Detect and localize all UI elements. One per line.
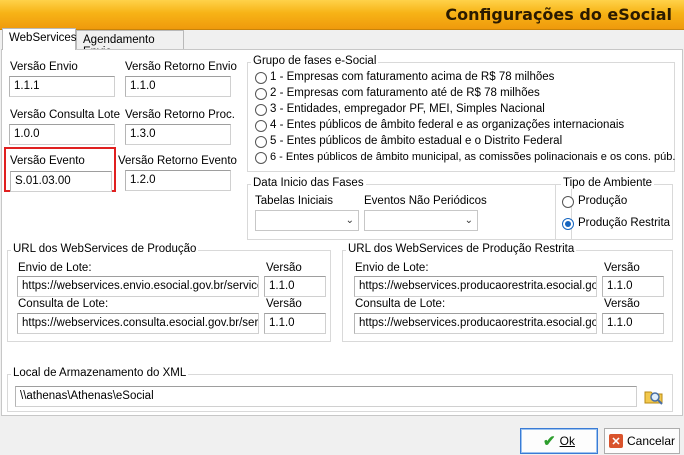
producao-consulta-versao-label: Versão: [266, 298, 302, 310]
radio-button[interactable]: [255, 120, 267, 132]
restrita-envio-versao-field[interactable]: 1.1.0: [602, 276, 664, 297]
fase-option-label: 1 - Empresas com faturamento acima de R$…: [270, 71, 555, 83]
radio-button[interactable]: [255, 152, 267, 164]
fases-group-title: Grupo de fases e-Social: [251, 55, 379, 67]
title-bar: Configurações do eSocial: [0, 0, 684, 30]
fase-option-3[interactable]: 3 - Entidades, empregador PF, MEI, Simpl…: [255, 103, 665, 118]
radio-button[interactable]: [562, 196, 574, 208]
producao-consulta-label: Consulta de Lote:: [18, 298, 109, 310]
producao-envio-versao-field[interactable]: 1.1.0: [264, 276, 326, 297]
radio-button[interactable]: [255, 88, 267, 100]
restrita-group-title: URL dos WebServices de Produção Restrita: [346, 243, 577, 255]
xml-path-field[interactable]: \\athenas\Athenas\eSocial: [15, 386, 637, 407]
versao-evento-field[interactable]: S.01.03.00: [10, 171, 112, 192]
ambiente-option-producao-restrita[interactable]: Produção Restrita: [562, 217, 670, 232]
ok-button[interactable]: ✔ Ok: [520, 428, 598, 454]
ambiente-option-label: Produção Restrita: [578, 217, 671, 229]
cancel-button-label: Cancelar: [626, 434, 676, 448]
window-title: Configurações do eSocial: [445, 5, 672, 24]
versao-consulta-lote-label: Versão Consulta Lote: [10, 109, 120, 121]
fase-option-label: 5 - Entes públicos de âmbito estadual e …: [270, 135, 563, 147]
tab-agendamento-envio[interactable]: Agendamento Envio: [76, 30, 184, 58]
tab-webservices[interactable]: WebServices: [2, 28, 77, 50]
versao-envio-field[interactable]: 1.1.1: [9, 76, 115, 97]
producao-consulta-url-field[interactable]: https://webservices.consulta.esocial.gov…: [17, 313, 259, 334]
versao-evento-label: Versão Evento: [10, 155, 85, 167]
fase-option-5[interactable]: 5 - Entes públicos de âmbito estadual e …: [255, 135, 665, 150]
browse-folder-button[interactable]: [643, 385, 665, 407]
versao-retorno-proc-label: Versão Retorno Proc.: [125, 109, 235, 121]
cancel-button[interactable]: ✕ Cancelar: [604, 428, 680, 454]
checkmark-icon: ✔: [543, 433, 556, 450]
producao-envio-versao-label: Versão: [266, 262, 302, 274]
tabelas-iniciais-select[interactable]: ⌄: [255, 210, 359, 231]
radio-button[interactable]: [255, 72, 267, 84]
data-inicio-group-title: Data Inicio das Fases: [251, 177, 366, 189]
restrita-envio-label: Envio de Lote:: [355, 262, 429, 274]
fase-option-label: 4 - Entes públicos de âmbito federal e a…: [270, 119, 625, 131]
versao-retorno-envio-label: Versão Retorno Envio: [125, 61, 237, 73]
eventos-nao-periodicos-select[interactable]: ⌄: [364, 210, 478, 231]
ambiente-option-producao[interactable]: Produção: [562, 195, 667, 210]
producao-consulta-versao-field[interactable]: 1.1.0: [264, 313, 326, 334]
tabelas-iniciais-label: Tabelas Iniciais: [255, 195, 333, 207]
versao-retorno-envio-field[interactable]: 1.1.0: [125, 76, 231, 97]
folder-search-icon: [644, 391, 663, 405]
fase-option-4[interactable]: 4 - Entes públicos de âmbito federal e a…: [255, 119, 665, 134]
versao-evento-highlight: Versão Evento S.01.03.00: [4, 147, 116, 192]
radio-button-selected[interactable]: [562, 218, 574, 230]
fase-option-1[interactable]: 1 - Empresas com faturamento acima de R$…: [255, 71, 665, 86]
fase-option-6[interactable]: 6 - Entes públicos de âmbito municipal, …: [255, 151, 675, 166]
versao-retorno-evento-field[interactable]: 1.2.0: [125, 170, 231, 191]
producao-group-title: URL dos WebServices de Produção: [11, 243, 199, 255]
restrita-consulta-url-field[interactable]: https://webservices.producaorestrita.eso…: [354, 313, 597, 334]
versao-retorno-evento-label: Versão Retorno Evento: [118, 155, 237, 167]
restrita-envio-url-field[interactable]: https://webservices.producaorestrita.eso…: [354, 276, 597, 297]
fase-option-label: 6 - Entes públicos de âmbito municipal, …: [270, 151, 676, 163]
fases-options: 1 - Empresas com faturamento acima de R$…: [255, 71, 675, 171]
versao-retorno-proc-field[interactable]: 1.3.0: [125, 124, 231, 145]
chevron-down-icon: ⌄: [345, 215, 354, 226]
restrita-consulta-label: Consulta de Lote:: [355, 298, 446, 310]
restrita-consulta-versao-field[interactable]: 1.1.0: [602, 313, 664, 334]
ambiente-group-title: Tipo de Ambiente: [561, 177, 655, 189]
ambiente-option-label: Produção: [578, 195, 628, 207]
versao-consulta-lote-field[interactable]: 1.0.0: [9, 124, 115, 145]
producao-envio-url-field[interactable]: https://webservices.envio.esocial.gov.br…: [17, 276, 259, 297]
radio-button[interactable]: [255, 104, 267, 116]
restrita-consulta-versao-label: Versão: [604, 298, 640, 310]
xml-group-title: Local de Armazenamento do XML: [11, 367, 189, 379]
fase-option-label: 2 - Empresas com faturamento até de R$ 7…: [270, 87, 540, 99]
close-icon: ✕: [608, 434, 623, 448]
producao-envio-label: Envio de Lote:: [18, 262, 92, 274]
chevron-down-icon: ⌄: [464, 215, 473, 226]
radio-button[interactable]: [255, 136, 267, 148]
fase-option-label: 3 - Entidades, empregador PF, MEI, Simpl…: [270, 103, 545, 115]
fase-option-2[interactable]: 2 - Empresas com faturamento até de R$ 7…: [255, 87, 665, 102]
versao-envio-label: Versão Envio: [10, 61, 78, 73]
ok-button-label: Ok: [559, 434, 575, 448]
restrita-envio-versao-label: Versão: [604, 262, 640, 274]
eventos-nao-periodicos-label: Eventos Não Periódicos: [364, 195, 487, 207]
